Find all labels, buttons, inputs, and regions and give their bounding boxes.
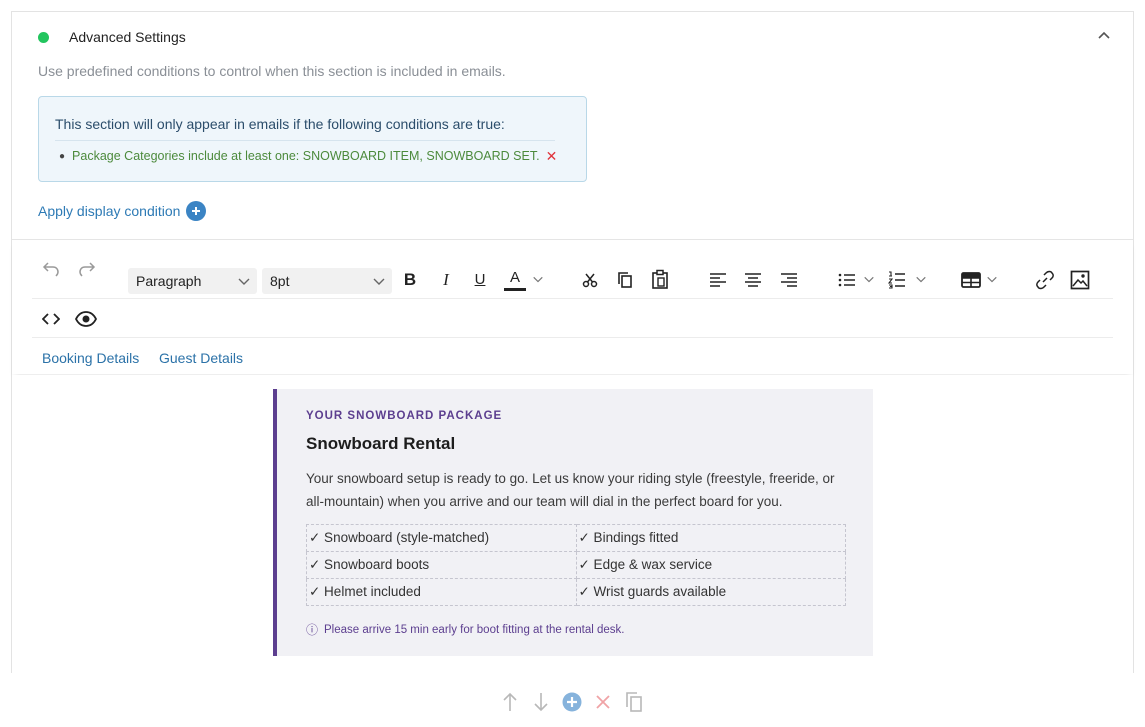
move-up-icon[interactable] bbox=[499, 690, 521, 714]
chevron-up-icon bbox=[1098, 31, 1110, 39]
italic-button[interactable]: I bbox=[436, 268, 456, 292]
table-cell: ✓ Wrist guards available bbox=[575, 578, 846, 606]
add-icon[interactable] bbox=[561, 690, 583, 714]
condition-text: Package Categories include at least one:… bbox=[72, 149, 540, 163]
table-row: ✓ Snowboard boots ✓ Edge & wax service bbox=[306, 551, 846, 579]
chevron-down-icon[interactable] bbox=[532, 273, 544, 285]
card-body: Your snowboard setup is ready to go. Let… bbox=[306, 471, 835, 509]
section-description: Use predefined conditions to control whe… bbox=[38, 63, 506, 79]
divider bbox=[55, 140, 555, 141]
chevron-down-icon bbox=[373, 278, 385, 285]
conditions-heading: This section will only appear in emails … bbox=[55, 116, 505, 132]
align-right-icon[interactable] bbox=[778, 268, 800, 292]
section-header[interactable]: Advanced Settings bbox=[12, 12, 1133, 62]
editor-content[interactable]: YOUR SNOWBOARD PACKAGE Snowboard Rental … bbox=[12, 375, 1133, 674]
divider bbox=[32, 298, 1113, 299]
bold-button[interactable]: B bbox=[400, 268, 420, 292]
delete-icon[interactable] bbox=[592, 690, 614, 714]
card-note: ⓘ Please arrive 15 min early for boot fi… bbox=[306, 621, 624, 638]
redo-icon[interactable] bbox=[76, 258, 98, 280]
content-card[interactable]: YOUR SNOWBOARD PACKAGE Snowboard Rental … bbox=[273, 389, 873, 656]
chevron-down-icon[interactable] bbox=[986, 273, 998, 285]
undo-icon[interactable] bbox=[40, 258, 62, 280]
duplicate-icon[interactable] bbox=[623, 690, 645, 714]
card-title: Snowboard Rental bbox=[306, 434, 456, 453]
card-kicker: YOUR SNOWBOARD PACKAGE bbox=[306, 410, 503, 422]
bullet-list-icon[interactable] bbox=[836, 268, 858, 292]
chevron-down-icon bbox=[238, 278, 250, 285]
table-row: ✓ Snowboard (style-matched) ✓ Bindings f… bbox=[306, 524, 846, 552]
align-center-icon[interactable] bbox=[742, 268, 764, 292]
add-icon bbox=[186, 201, 207, 221]
remove-condition-button[interactable]: ✕ bbox=[546, 149, 558, 163]
table-cell: ✓ Snowboard (style-matched) bbox=[306, 524, 577, 552]
font-size-select[interactable]: 8pt bbox=[262, 268, 392, 294]
cut-icon[interactable] bbox=[579, 268, 601, 292]
block-format-value: Paragraph bbox=[136, 273, 202, 289]
collapse-button[interactable] bbox=[1095, 26, 1113, 44]
apply-condition-label: Apply display condition bbox=[38, 203, 181, 219]
chevron-down-icon[interactable] bbox=[915, 273, 927, 285]
underline-button[interactable]: U bbox=[470, 267, 490, 291]
editor-toolbar: Paragraph 8pt B I U A Booking Details Gu… bbox=[12, 240, 1133, 376]
align-left-icon[interactable] bbox=[707, 268, 729, 292]
table-cell: ✓ Helmet included bbox=[306, 578, 577, 606]
condition-item: ● Package Categories include at least on… bbox=[59, 149, 557, 163]
copy-icon[interactable] bbox=[614, 268, 636, 292]
tab-booking-details[interactable]: Booking Details bbox=[42, 350, 139, 366]
table-icon[interactable] bbox=[960, 268, 982, 292]
status-dot bbox=[38, 32, 49, 43]
note-text: Please arrive 15 min early for boot fitt… bbox=[324, 623, 625, 636]
preview-icon[interactable] bbox=[74, 307, 98, 331]
link-icon[interactable] bbox=[1034, 268, 1056, 292]
chevron-down-icon[interactable] bbox=[863, 273, 875, 285]
features-table: ✓ Snowboard (style-matched) ✓ Bindings f… bbox=[306, 524, 846, 606]
code-icon[interactable] bbox=[40, 308, 62, 330]
advanced-settings-panel: Advanced Settings Use predefined conditi… bbox=[11, 11, 1134, 674]
info-icon: ⓘ bbox=[306, 623, 319, 637]
section-actions bbox=[499, 689, 654, 715]
table-cell: ✓ Edge & wax service bbox=[575, 551, 846, 579]
block-format-select[interactable]: Paragraph bbox=[128, 268, 257, 294]
paste-icon[interactable] bbox=[649, 267, 671, 291]
numbered-list-icon[interactable] bbox=[886, 268, 908, 292]
table-row: ✓ Helmet included ✓ Wrist guards availab… bbox=[306, 578, 846, 606]
font-size-value: 8pt bbox=[270, 273, 290, 289]
table-cell: ✓ Bindings fitted bbox=[575, 524, 846, 552]
text-color-button[interactable]: A bbox=[504, 267, 526, 291]
apply-display-condition-link[interactable]: Apply display condition bbox=[38, 201, 207, 221]
image-icon[interactable] bbox=[1069, 268, 1091, 292]
bullet: ● bbox=[59, 150, 66, 162]
table-cell: ✓ Snowboard boots bbox=[306, 551, 577, 579]
tab-guest-details[interactable]: Guest Details bbox=[159, 350, 243, 366]
divider bbox=[32, 337, 1113, 338]
move-down-icon[interactable] bbox=[530, 690, 552, 714]
conditions-box: This section will only appear in emails … bbox=[38, 96, 587, 182]
section-title: Advanced Settings bbox=[69, 29, 186, 45]
